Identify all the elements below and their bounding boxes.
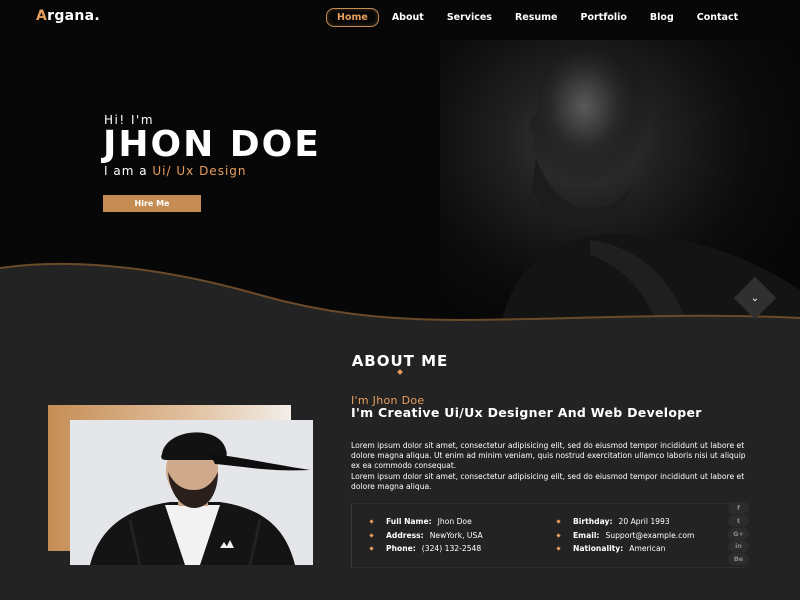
hire-me-button[interactable]: Hire Me: [103, 195, 201, 212]
info-label: Phone:: [386, 544, 416, 553]
about-headline: I'm Creative Ui/Ux Designer And Web Deve…: [351, 405, 702, 420]
nav-item-portfolio[interactable]: Portfolio: [581, 12, 627, 23]
logo-accent-letter: A: [36, 8, 48, 24]
info-value: American: [629, 544, 666, 553]
info-nationality: Nationality: American: [556, 544, 666, 553]
page: Argana. Home About Services Resume Portf…: [0, 0, 800, 600]
title-divider-dot: [397, 369, 403, 375]
info-label: Address:: [386, 531, 424, 540]
info-value: 20 April 1993: [618, 517, 670, 526]
about-section-title: ABOUT ME: [351, 352, 449, 370]
nav-item-blog[interactable]: Blog: [650, 12, 674, 23]
info-value[interactable]: Support@example.com: [605, 531, 694, 540]
bullet-icon: [556, 533, 561, 538]
hero-role-prefix: I am a: [104, 164, 153, 178]
linkedin-icon[interactable]: in: [728, 540, 749, 552]
hero-wave-divider: [0, 262, 800, 330]
info-full-name: Full Name: Jhon Doe: [369, 517, 472, 526]
facebook-icon[interactable]: f: [728, 502, 749, 514]
info-email: Email: Support@example.com: [556, 531, 694, 540]
nav-item-resume[interactable]: Resume: [515, 12, 558, 23]
info-label: Email:: [573, 531, 600, 540]
bullet-icon: [369, 546, 374, 551]
info-label: Nationality:: [573, 544, 624, 553]
hero-section: Argana. Home About Services Resume Portf…: [0, 0, 800, 330]
google-plus-icon[interactable]: G+: [728, 528, 749, 540]
nav-item-home[interactable]: Home: [326, 8, 379, 27]
info-value: Jhon Doe: [437, 517, 472, 526]
bullet-icon: [556, 546, 561, 551]
personal-info-box: Full Name: Jhon Doe Birthday: 20 April 1…: [351, 503, 744, 568]
bullet-icon: [369, 519, 374, 524]
info-value: (324) 132-2548: [421, 544, 482, 553]
about-photo: [70, 420, 313, 565]
info-label: Birthday:: [573, 517, 613, 526]
hero-role-line: I am a Ui/ Ux Design: [104, 164, 247, 178]
about-paragraph-2: Lorem ipsum dolor sit amet, consectetur …: [351, 472, 745, 491]
chevron-down-icon: ⌄: [750, 292, 760, 304]
hero-name: JHON DOE: [103, 124, 321, 165]
brand-logo[interactable]: Argana.: [36, 8, 100, 24]
info-label: Full Name:: [386, 517, 432, 526]
logo-text: rgana.: [47, 8, 101, 24]
nav-item-about[interactable]: About: [392, 12, 424, 23]
bullet-icon: [369, 533, 374, 538]
info-value: NewYork, USA: [429, 531, 483, 540]
main-nav: Home About Services Resume Portfolio Blo…: [326, 8, 761, 27]
hero-role: Ui/ Ux Design: [152, 164, 247, 178]
twitter-icon[interactable]: t: [728, 515, 749, 527]
nav-item-services[interactable]: Services: [447, 12, 492, 23]
bullet-icon: [556, 519, 561, 524]
nav-item-contact[interactable]: Contact: [697, 12, 738, 23]
info-birthday: Birthday: 20 April 1993: [556, 517, 670, 526]
about-paragraph-1: Lorem ipsum dolor sit amet, consectetur …: [351, 441, 746, 470]
behance-icon[interactable]: Be: [728, 553, 749, 565]
info-address: Address: NewYork, USA: [369, 531, 483, 540]
info-phone: Phone: (324) 132-2548: [369, 544, 482, 553]
